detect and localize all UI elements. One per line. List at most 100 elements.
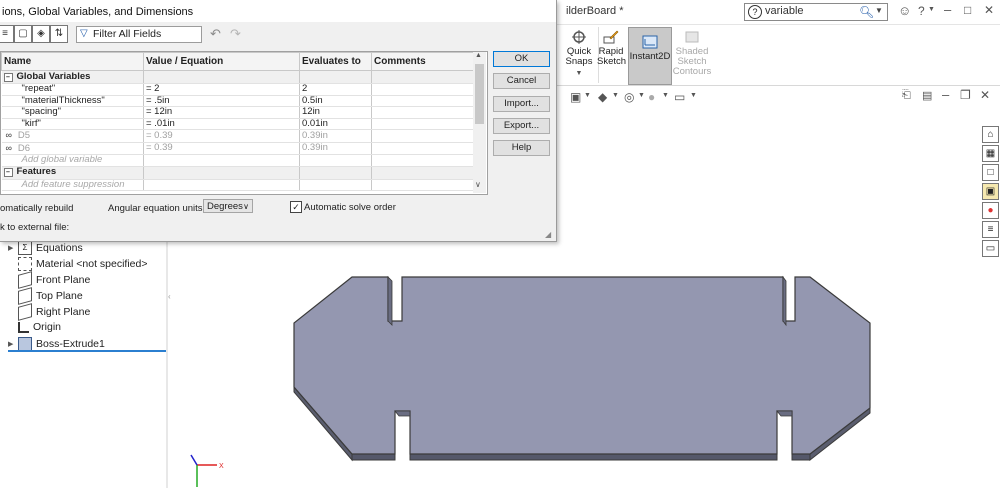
help-dropdown-icon[interactable]: ▼ [928,6,935,13]
cancel-button[interactable]: Cancel [493,73,550,89]
viewport-restore-icon[interactable]: ⎗ [902,89,911,102]
rapid-sketch-button[interactable]: Rapid Sketch [597,29,626,67]
link-external-label[interactable]: k to external file: [0,222,69,233]
minimize-button[interactable]: – [944,2,951,17]
table-row[interactable]: "repeat" = 2 2 [1,83,474,96]
var-name-cell[interactable]: "kirf" [1,118,144,130]
dialog-titlebar[interactable]: ions, Global Variables, and Dimensions [0,0,556,22]
column-header[interactable]: Value / Equation [143,52,300,71]
filter-input[interactable]: ▽ Filter All Fields [76,26,202,43]
search-dropdown-icon[interactable]: ▼ [875,6,883,15]
user-icon[interactable]: ☺ [898,3,911,18]
table-row[interactable]: "spacing" = 12in 12in [1,106,474,119]
file-explorer-icon[interactable]: □ [982,164,999,181]
equation-cell[interactable]: = 0.39 [143,129,300,143]
comment-cell[interactable] [371,118,474,130]
chevron-down-icon[interactable]: ▼ [564,69,594,79]
table-row[interactable]: "kirf" = .01in 0.01in [1,118,474,130]
auto-rebuild-label[interactable]: omatically rebuild [0,203,73,214]
viewport-maximize-icon[interactable]: ❐ [960,88,971,102]
chevron-down-icon[interactable]: ▼ [584,92,591,99]
close-button[interactable]: ✕ [984,3,994,17]
hide-show-icon[interactable]: ◎ [624,90,634,104]
equation-cell[interactable]: = .01in [143,118,300,130]
expand-arrow-icon[interactable]: ▶ [8,244,18,252]
chevron-down-icon[interactable]: ▼ [638,92,645,99]
tree-item-equations[interactable]: ▶ Σ Equations [8,241,83,257]
comment-cell[interactable] [371,106,474,119]
table-row[interactable]: ∞ D5 = 0.39 0.39in [1,129,474,143]
tree-item-origin[interactable]: Origin [8,321,61,337]
equation-cell[interactable]: = 2 [143,83,300,96]
viewport-close-icon[interactable]: ✕ [980,88,990,102]
var-name-cell[interactable]: D5 [18,130,30,141]
tree-item-front-plane[interactable]: Front Plane [8,271,90,289]
view-palette-icon[interactable]: ▣ [982,183,999,200]
comment-cell[interactable] [371,95,474,107]
view-orientation-icon[interactable]: ▣ [570,90,581,104]
import-button[interactable]: Import... [493,96,550,112]
sketch-equation-view-icon[interactable]: ▢ [14,25,32,43]
equation-cell[interactable]: = .5in [143,95,300,107]
angular-units-select[interactable]: Degrees ∨ [203,199,253,213]
export-button[interactable]: Export... [493,118,550,134]
help-button[interactable]: ? [918,4,925,18]
chevron-down-icon[interactable]: ▼ [690,92,697,99]
appearance-icon[interactable]: ● [648,90,655,104]
dimension-view-icon[interactable]: ◈ [32,25,50,43]
collapse-icon[interactable]: – [3,168,13,178]
maximize-button[interactable]: □ [964,3,971,17]
chevron-down-icon[interactable]: ▼ [662,92,669,99]
table-row[interactable]: "materialThickness" = .5in 0.5in [1,95,474,107]
instant2d-button[interactable]: Instant2D [628,27,672,85]
section-row-global-variables[interactable]: – Global Variables [1,70,474,84]
column-header[interactable]: Evaluates to [299,52,372,71]
viewport-tile-icon[interactable]: ▤ [922,89,932,102]
search-input[interactable]: variable [765,5,804,17]
design-library-icon[interactable]: ▦ [982,145,999,162]
redo-icon[interactable]: ↷ [230,26,241,42]
chevron-down-icon[interactable]: ∨ [475,180,481,189]
tree-item-material[interactable]: Material <not specified> [8,257,147,273]
table-row[interactable]: ∞ D6 = 0.39 0.39in [1,142,474,155]
column-header[interactable]: Name [1,52,144,71]
var-name-cell[interactable]: "spacing" [1,106,144,119]
rollback-bar[interactable] [8,350,166,352]
column-header[interactable]: Comments [371,52,474,71]
add-global-variable-row[interactable]: Add global variable [1,154,474,167]
search-box[interactable]: ? variable 🔍︎ ▼ [744,3,888,21]
var-name-cell[interactable]: D6 [18,143,30,154]
comment-cell[interactable] [371,83,474,96]
viewport-minimize-icon[interactable]: – [942,87,949,102]
auto-solve-checkbox[interactable]: ✓ [290,201,302,213]
collapse-icon[interactable]: – [3,72,13,82]
search-icon[interactable]: 🔍︎ [859,5,874,19]
undo-icon[interactable]: ↶ [210,26,221,42]
home-icon[interactable]: ⌂ [982,126,999,143]
resize-grip-icon[interactable]: ◢ [545,230,551,239]
display-style-icon[interactable]: ◆ [598,90,607,104]
expand-arrow-icon[interactable]: ▶ [8,340,18,348]
comment-cell[interactable] [371,142,474,155]
equation-view-icon[interactable]: ≡ [0,25,14,43]
var-name-cell[interactable]: "materialThickness" [1,95,144,107]
section-row-features[interactable]: – Features [1,166,474,180]
appearances-icon[interactable]: ● [982,202,999,219]
quick-snaps-button[interactable]: Quick Snaps ▼ [564,29,594,79]
chevron-down-icon[interactable]: ▼ [612,92,619,99]
scrollbar-thumb[interactable] [475,64,484,124]
comment-cell[interactable] [371,129,474,143]
scroll-up-icon[interactable]: ▲ [475,52,482,59]
equation-cell[interactable]: = 12in [143,106,300,119]
auto-solve-label[interactable]: Automatic solve order [304,202,396,213]
custom-properties-icon[interactable]: ≡ [982,221,999,238]
help-button[interactable]: Help [493,140,550,156]
tree-item-right-plane[interactable]: Right Plane [8,303,90,321]
var-name-cell[interactable]: "repeat" [1,83,144,96]
shaded-sketch-contours-button[interactable]: Shaded Sketch Contours [672,29,712,77]
forum-icon[interactable]: ▭ [982,240,999,257]
table-scrollbar[interactable]: ▲ ∨ [473,52,486,193]
add-feature-suppression-row[interactable]: Add feature suppression [1,179,474,191]
monitor-icon[interactable]: ▭ [674,90,685,104]
ordered-view-icon[interactable]: ⇅ [50,25,68,43]
